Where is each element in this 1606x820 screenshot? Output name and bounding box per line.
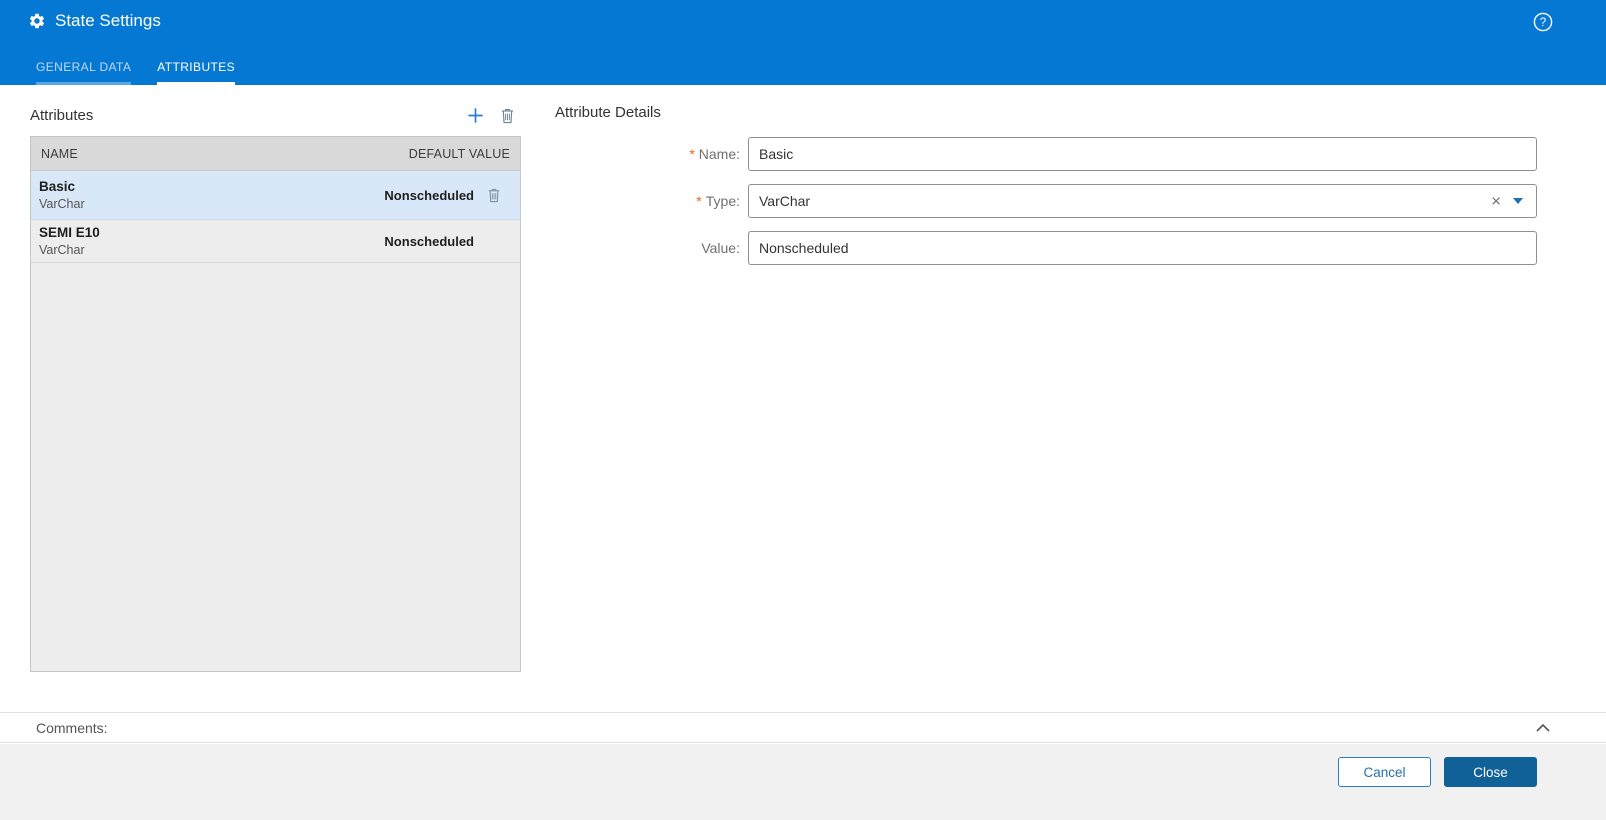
name-field-label: * Name:	[555, 146, 748, 162]
column-header-name: NAME	[41, 147, 78, 161]
close-button[interactable]: Close	[1444, 757, 1537, 787]
attribute-name: SEMI E10	[39, 225, 384, 240]
delete-attribute-button[interactable]	[500, 107, 515, 124]
trash-icon	[500, 107, 515, 124]
attributes-list: NAME DEFAULT VALUE Basic VarChar Nonsche…	[30, 136, 521, 672]
attribute-row-basic[interactable]: Basic VarChar Nonscheduled	[31, 171, 520, 220]
help-glyph: ?	[1540, 17, 1546, 29]
question-circle-icon: ?	[1532, 11, 1554, 33]
type-field-label: * Type:	[555, 193, 748, 209]
chevron-down-icon	[1513, 198, 1523, 204]
field-row-type: * Type: ×	[555, 184, 1537, 218]
type-dropdown-button[interactable]	[1509, 194, 1527, 208]
header-bar: State Settings ? GENERAL DATA ATTRIBUTES	[0, 0, 1606, 85]
attributes-panel: Attributes NAME	[30, 100, 521, 672]
tab-attributes[interactable]: ATTRIBUTES	[157, 60, 235, 85]
tab-general-data[interactable]: GENERAL DATA	[36, 60, 131, 85]
field-row-value: Value:	[555, 231, 1537, 265]
attribute-details-panel: Attribute Details * Name: * Type: ×	[555, 103, 1537, 278]
comments-section: Comments:	[0, 712, 1606, 743]
name-field[interactable]	[748, 137, 1537, 171]
comments-label: Comments:	[36, 720, 108, 736]
required-marker: *	[696, 193, 701, 209]
chevron-up-icon	[1536, 724, 1550, 732]
attribute-row-semi-e10[interactable]: SEMI E10 VarChar Nonscheduled	[31, 220, 520, 263]
page-title: State Settings	[55, 11, 161, 31]
cancel-button[interactable]: Cancel	[1338, 757, 1431, 787]
attributes-panel-title: Attributes	[30, 107, 93, 124]
value-field-label: Value:	[555, 240, 748, 256]
tab-bar: GENERAL DATA ATTRIBUTES	[36, 60, 235, 85]
attribute-details-title: Attribute Details	[555, 103, 1537, 123]
field-row-name: * Name:	[555, 137, 1537, 171]
attributes-list-header: NAME DEFAULT VALUE	[31, 137, 520, 171]
gear-icon	[27, 12, 46, 31]
required-marker: *	[689, 146, 694, 162]
plus-icon	[466, 106, 485, 125]
attribute-default-value: Nonscheduled	[384, 234, 474, 249]
state-settings-dialog: State Settings ? GENERAL DATA ATTRIBUTES…	[0, 0, 1606, 820]
help-button[interactable]: ?	[1532, 11, 1554, 33]
value-field[interactable]	[748, 231, 1537, 265]
add-attribute-button[interactable]	[466, 106, 485, 125]
attribute-type: VarChar	[39, 197, 384, 211]
attribute-type: VarChar	[39, 243, 384, 257]
clear-x-icon[interactable]: ×	[1491, 193, 1501, 210]
type-combobox[interactable]	[748, 184, 1537, 218]
row-delete-button[interactable]	[487, 187, 501, 203]
comments-collapse-button[interactable]	[1536, 724, 1550, 732]
attribute-name: Basic	[39, 179, 384, 194]
attribute-default-value: Nonscheduled	[384, 188, 474, 203]
column-header-default-value: DEFAULT VALUE	[409, 147, 510, 161]
trash-icon	[487, 187, 501, 203]
dialog-footer: Cancel Close	[0, 744, 1606, 820]
